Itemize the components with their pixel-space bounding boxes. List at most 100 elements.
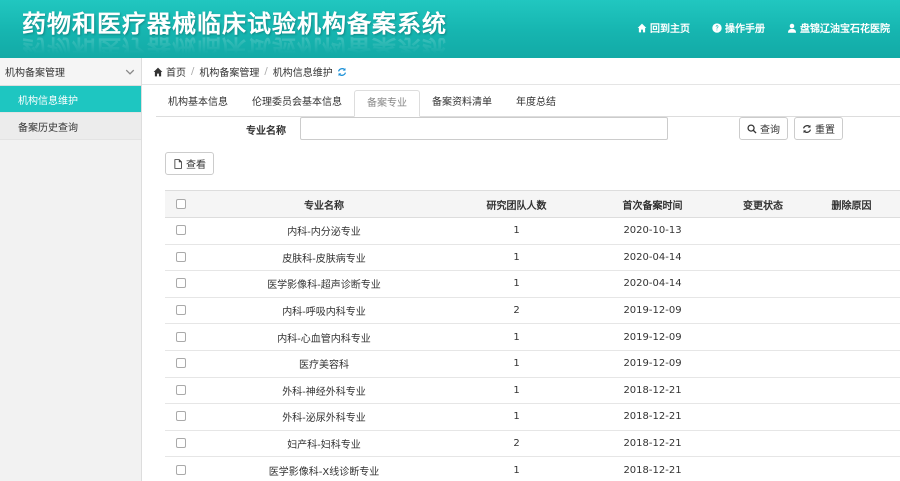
table-row[interactable]: 皮肤科-皮肤病专业 1 2020-04-14 (165, 244, 900, 272)
top-nav: 回到主页 操作手册 盘锦辽油宝石花医院 (637, 20, 890, 35)
cell-date: 2018-12-21 (582, 403, 723, 431)
cell-status (723, 350, 803, 378)
specialty-name-label: 专业名称 (246, 126, 286, 137)
cell-date: 2018-12-21 (582, 456, 723, 481)
cell-team: 2 (451, 430, 582, 458)
breadcrumb-separator: / (191, 66, 195, 77)
table-header-row: 专业名称 研究团队人数 首次备案时间 变更状态 删除原因 (165, 190, 900, 218)
row-checkbox[interactable] (176, 251, 186, 262)
table-row[interactable]: 外科-神经外科专业 1 2018-12-21 (165, 377, 900, 405)
column-header-status[interactable]: 变更状态 (723, 190, 803, 218)
table-row[interactable]: 内科-心血管内科专业 1 2019-12-09 (165, 323, 900, 351)
cell-team: 1 (451, 323, 582, 351)
user-menu[interactable]: 盘锦辽油宝石花医院 (787, 20, 890, 35)
cell-status (723, 430, 803, 458)
row-select-cell (165, 323, 197, 351)
table-row[interactable]: 医学影像科-X线诊断专业 1 2018-12-21 (165, 456, 900, 481)
refresh-icon[interactable] (337, 67, 347, 77)
cell-name: 外科-神经外科专业 (197, 377, 451, 405)
column-header-date[interactable]: 首次备案时间 (582, 190, 723, 218)
column-header-reason[interactable]: 删除原因 (803, 190, 900, 218)
cell-status (723, 403, 803, 431)
manual-link-label: 操作手册 (725, 24, 765, 35)
breadcrumb-filing[interactable]: 机构备案管理 (199, 64, 259, 79)
home-icon (153, 67, 163, 76)
row-checkbox[interactable] (176, 331, 186, 342)
tab-filing-documents[interactable]: 备案资料清单 (420, 90, 504, 117)
table-row[interactable]: 妇产科-妇科专业 2 2018-12-21 (165, 430, 900, 458)
column-header-name[interactable]: 专业名称 (197, 190, 451, 218)
app-header: 药物和医疗器械临床试验机构备案系统 药物和医疗器械临床试验机构备案系统 回到主页… (0, 0, 900, 58)
home-link-label: 回到主页 (650, 24, 690, 35)
cell-date: 2020-10-13 (582, 217, 723, 245)
specialty-name-input[interactable] (300, 117, 668, 140)
sidebar-group-filing[interactable]: 机构备案管理 (0, 58, 141, 86)
row-checkbox[interactable] (176, 225, 186, 236)
home-icon (637, 23, 647, 32)
row-checkbox[interactable] (176, 438, 186, 449)
tab-ethics-committee[interactable]: 伦理委员会基本信息 (240, 90, 354, 117)
table-row[interactable]: 医学影像科-超声诊断专业 1 2020-04-14 (165, 270, 900, 298)
sidebar-item-info-maintenance[interactable]: 机构信息维护 (0, 86, 141, 113)
app-title: 药物和医疗器械临床试验机构备案系统 (22, 10, 447, 38)
breadcrumb-home[interactable]: 首页 (166, 64, 186, 79)
sidebar: 机构备案管理 机构信息维护 备案历史查询 (0, 58, 142, 481)
cell-name: 皮肤科-皮肤病专业 (197, 244, 451, 272)
table-row[interactable]: 内科-呼吸内科专业 2 2019-12-09 (165, 297, 900, 325)
table-row[interactable]: 医疗美容科 1 2019-12-09 (165, 350, 900, 378)
cell-team: 1 (451, 217, 582, 245)
row-checkbox[interactable] (176, 305, 186, 316)
manual-link[interactable]: 操作手册 (712, 20, 765, 35)
cell-name: 内科-呼吸内科专业 (197, 297, 451, 325)
cell-reason (803, 244, 900, 272)
cell-status (723, 297, 803, 325)
row-select-cell (165, 377, 197, 405)
cell-team: 2 (451, 297, 582, 325)
cell-team: 1 (451, 350, 582, 378)
query-button[interactable]: 查询 (739, 117, 788, 140)
cell-date: 2018-12-21 (582, 430, 723, 458)
cell-reason (803, 350, 900, 378)
cell-date: 2019-12-09 (582, 350, 723, 378)
user-icon (787, 23, 797, 33)
column-header-team[interactable]: 研究团队人数 (451, 190, 582, 218)
cell-reason (803, 323, 900, 351)
row-checkbox[interactable] (176, 384, 186, 395)
row-select-cell (165, 430, 197, 458)
table-row[interactable]: 外科-泌尿外科专业 1 2018-12-21 (165, 403, 900, 431)
breadcrumb-divider (142, 84, 900, 85)
row-checkbox[interactable] (176, 464, 186, 475)
cell-name: 医学影像科-X线诊断专业 (197, 456, 451, 481)
row-checkbox[interactable] (176, 278, 186, 289)
breadcrumb-separator: / (264, 66, 268, 77)
query-button-label: 查询 (760, 125, 780, 136)
row-checkbox[interactable] (176, 411, 186, 422)
tab-institution-info[interactable]: 机构基本信息 (156, 90, 240, 117)
search-icon (747, 123, 757, 134)
cell-status (723, 217, 803, 245)
cell-status (723, 270, 803, 298)
reset-button[interactable]: 重置 (794, 117, 843, 140)
cell-name: 内科-心血管内科专业 (197, 323, 451, 351)
tab-annual-summary[interactable]: 年度总结 (504, 90, 568, 117)
cell-reason (803, 456, 900, 481)
reset-button-label: 重置 (815, 125, 835, 136)
row-select-cell (165, 403, 197, 431)
row-select-cell (165, 217, 197, 245)
user-name: 盘锦辽油宝石花医院 (800, 24, 890, 35)
select-all-checkbox[interactable] (176, 198, 186, 209)
row-select-cell (165, 270, 197, 298)
row-checkbox[interactable] (176, 358, 186, 369)
home-link[interactable]: 回到主页 (637, 20, 690, 35)
cell-name: 妇产科-妇科专业 (197, 430, 451, 458)
row-select-cell (165, 350, 197, 378)
table-row[interactable]: 内科-内分泌专业 1 2020-10-13 (165, 217, 900, 245)
cell-name: 医疗美容科 (197, 350, 451, 378)
cell-team: 1 (451, 244, 582, 272)
cell-name: 医学影像科-超声诊断专业 (197, 270, 451, 298)
specialty-table: 专业名称 研究团队人数 首次备案时间 变更状态 删除原因 内科-内分泌专业 1 … (165, 190, 900, 481)
sidebar-item-history-query[interactable]: 备案历史查询 (0, 113, 141, 140)
tab-filing-specialties[interactable]: 备案专业 (354, 90, 420, 117)
question-circle-icon (712, 22, 722, 33)
view-button[interactable]: 查看 (165, 152, 214, 175)
